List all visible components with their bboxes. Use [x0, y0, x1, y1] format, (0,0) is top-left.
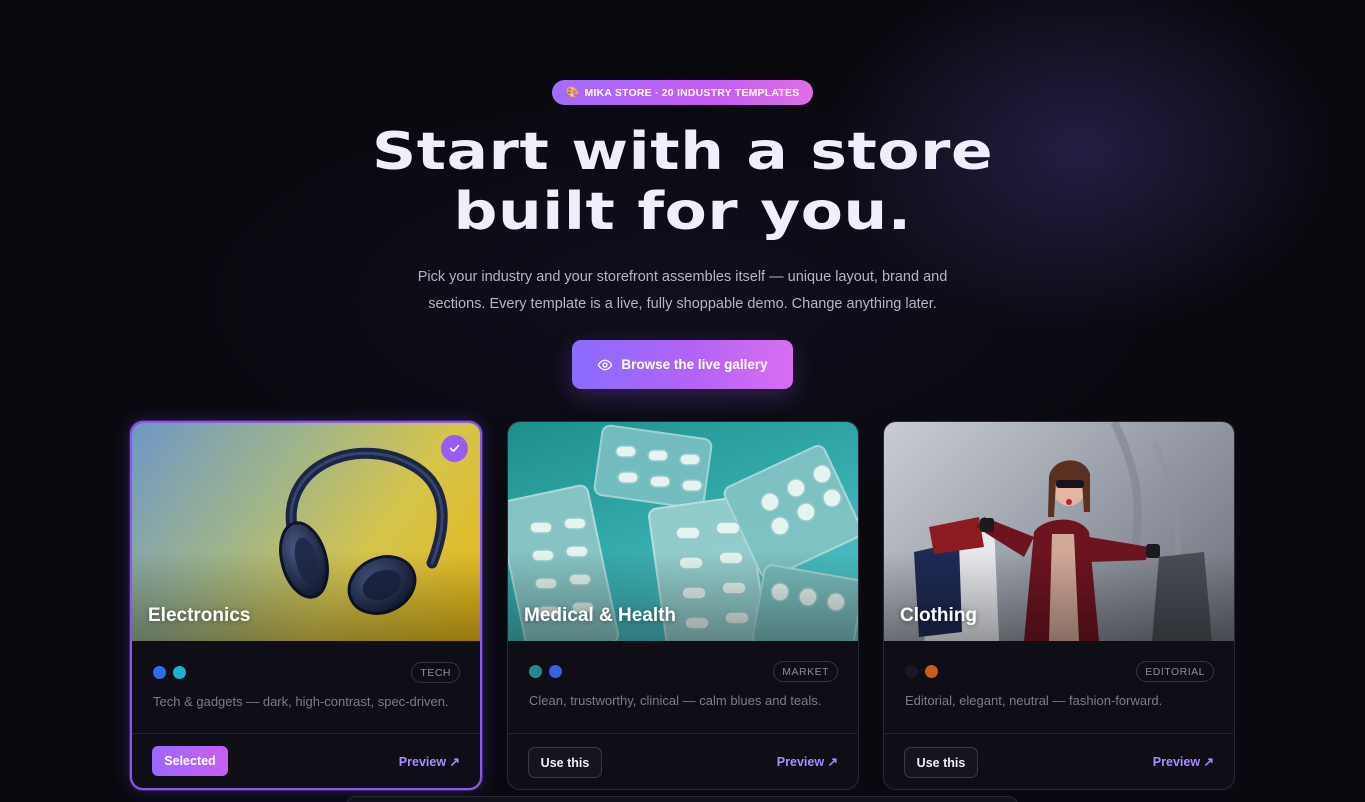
image-shade — [132, 551, 480, 641]
template-image-clothing: Clothing — [884, 422, 1234, 641]
template-card-medical-health[interactable]: Medical & Health MARKET Clean, trustwort… — [507, 421, 859, 790]
preview-link[interactable]: Preview ↗ — [399, 754, 460, 769]
use-this-button[interactable]: Use this — [904, 747, 978, 778]
headline-line-2: built for you. — [453, 182, 912, 242]
template-info: TECH Tech & gadgets — dark, high-contras… — [132, 642, 480, 735]
selected-button[interactable]: Selected — [152, 746, 228, 776]
template-image-electronics: Electronics — [132, 423, 480, 641]
template-footer: Use this Preview ↗ — [508, 733, 858, 789]
selected-check-badge — [441, 435, 468, 462]
hero-subtitle: Pick your industry and your storefront a… — [380, 264, 985, 318]
color-swatch — [173, 666, 186, 679]
preview-link[interactable]: Preview ↗ — [777, 754, 838, 769]
color-swatches — [153, 666, 186, 679]
template-tag: MARKET — [773, 661, 838, 682]
template-card-clothing[interactable]: Clothing EDITORIAL Editorial, elegant, n… — [883, 421, 1235, 790]
template-tag: TECH — [411, 662, 460, 683]
eye-icon — [598, 359, 613, 370]
template-footer: Use this Preview ↗ — [884, 733, 1234, 789]
check-icon — [449, 444, 460, 453]
image-shade — [884, 551, 1234, 641]
store-badge: 🎨 MIKA STORE · 20 INDUSTRY TEMPLATES — [552, 80, 813, 105]
use-this-button[interactable]: Use this — [528, 747, 602, 778]
template-tag: EDITORIAL — [1136, 661, 1214, 682]
template-info: EDITORIAL Editorial, elegant, neutral — … — [884, 641, 1234, 734]
template-title: Electronics — [148, 605, 251, 626]
bottom-panel-edge — [346, 796, 1018, 802]
color-swatch — [905, 665, 918, 678]
browse-gallery-button[interactable]: Browse the live gallery — [572, 340, 793, 389]
color-swatch — [925, 665, 938, 678]
headline-line-1: Start with a store — [371, 122, 994, 182]
template-info: MARKET Clean, trustworthy, clinical — ca… — [508, 641, 858, 734]
template-description: Clean, trustworthy, clinical — calm blue… — [529, 693, 822, 708]
template-card-electronics[interactable]: Electronics TECH Tech & gadgets — dark, … — [130, 421, 482, 790]
palette-icon: 🎨 — [565, 87, 580, 99]
color-swatches — [905, 665, 938, 678]
badge-text: MIKA STORE · 20 INDUSTRY TEMPLATES — [584, 86, 800, 99]
image-shade — [508, 551, 858, 641]
template-footer: Selected Preview ↗ — [132, 733, 480, 788]
subtitle-line-1: Pick your industry and your storefront a… — [417, 269, 948, 285]
page-title: Start with a store built for you. — [0, 122, 1365, 242]
browse-gallery-label: Browse the live gallery — [621, 357, 768, 372]
template-description: Editorial, elegant, neutral — fashion-fo… — [905, 693, 1163, 708]
subtitle-line-2: sections. Every template is a live, full… — [428, 296, 937, 312]
template-title: Medical & Health — [524, 605, 677, 626]
preview-link[interactable]: Preview ↗ — [1153, 754, 1214, 769]
color-swatch — [153, 666, 166, 679]
template-image-medical: Medical & Health — [508, 422, 858, 641]
color-swatch — [529, 665, 542, 678]
template-description: Tech & gadgets — dark, high-contrast, sp… — [153, 694, 449, 709]
template-title: Clothing — [900, 605, 978, 626]
color-swatches — [529, 665, 562, 678]
color-swatch — [549, 665, 562, 678]
